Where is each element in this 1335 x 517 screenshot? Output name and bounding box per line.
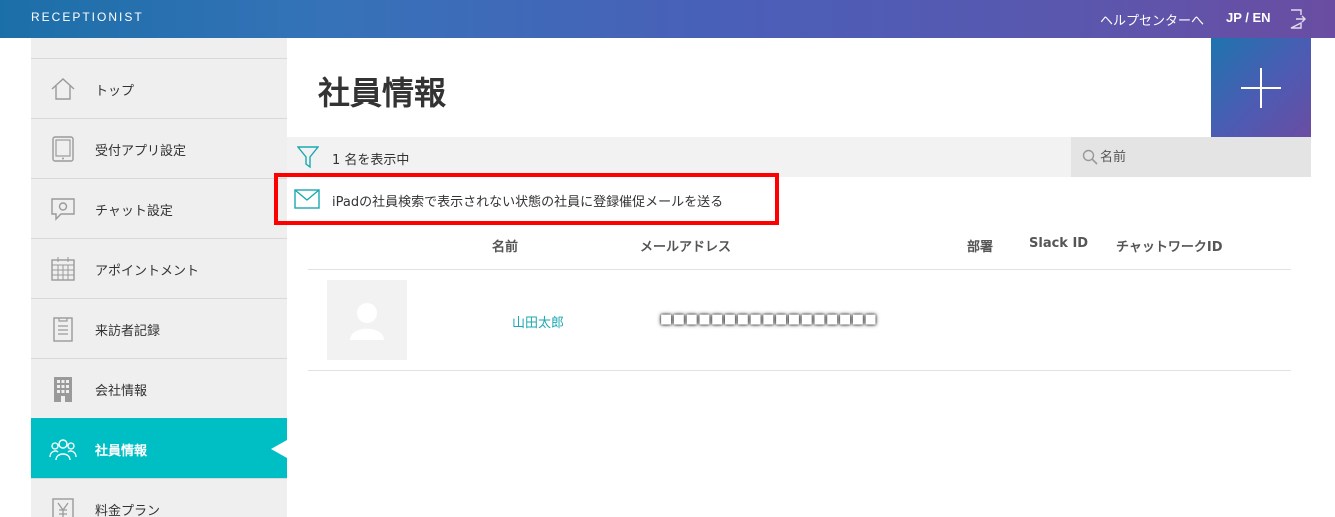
clipboard-icon [53,317,73,342]
table-divider [308,269,1291,270]
sidebar-item-label: 受付アプリ設定 [95,144,187,159]
sidebar-item-company-info[interactable]: 会社情報 [31,358,287,418]
result-count: 1 名を表示中 [332,153,410,168]
sidebar-item-visitor-log[interactable]: 来訪者記録 [31,298,287,358]
sidebar: トップ 受付アプリ設定 チャット設定 アポイントメント 来訪者記録 会社情報 社… [31,38,287,517]
avatar [327,280,407,360]
sidebar-item-chat-settings[interactable]: チャット設定 [31,178,287,238]
name-search-input[interactable] [1100,144,1300,170]
add-employee-button[interactable] [1211,38,1311,137]
brand-logo: RECEPTIONIST [31,10,144,24]
plus-icon [1241,68,1281,108]
home-icon [51,78,75,100]
sidebar-item-reception-app-settings[interactable]: 受付アプリ設定 [31,118,287,178]
building-icon [54,377,72,402]
help-center-link[interactable]: ヘルプセンターへ [1100,10,1204,29]
employee-email: ■■■■■■■■■■■■■■■■■ [660,312,878,327]
people-icon [49,439,77,461]
logout-icon[interactable] [1290,9,1306,29]
employee-name-link[interactable]: 山田太郎 [512,312,564,331]
sidebar-item-label: 会社情報 [95,384,148,399]
sidebar-item-label: アポイントメント [95,264,200,279]
yen-icon [52,498,74,517]
sidebar-item-top[interactable]: トップ [31,58,287,118]
user-placeholder-icon [350,303,384,340]
column-header-slack-id[interactable]: Slack ID [1029,236,1088,251]
sidebar-item-label: チャット設定 [95,204,173,219]
language-toggle[interactable]: JP / EN [1226,10,1271,25]
sidebar-item-pricing-plan[interactable]: 料金プラン [31,478,287,517]
sidebar-item-label: 社員情報 [95,444,148,459]
send-registration-reminder-link[interactable]: iPadの社員検索で表示されない状態の社員に登録催促メールを送る [332,191,723,210]
table-divider [308,370,1291,371]
sidebar-item-label: トップ [95,84,135,99]
sidebar-item-employee-info[interactable]: 社員情報 [31,418,287,478]
column-header-department[interactable]: 部署 [967,236,993,255]
calendar-icon [51,257,75,281]
sidebar-item-label: 料金プラン [95,504,161,517]
mail-icon[interactable] [294,189,320,209]
column-header-name[interactable]: 名前 [492,236,518,255]
chat-gear-icon [51,198,75,221]
search-icon [1082,149,1098,165]
column-header-chatwork-id[interactable]: チャットワークID [1116,236,1223,255]
sidebar-item-label: 来訪者記録 [95,324,161,339]
sidebar-item-appointments[interactable]: アポイントメント [31,238,287,298]
column-header-email[interactable]: メールアドレス [640,236,731,255]
filter-icon[interactable] [297,145,319,169]
top-header-bar: RECEPTIONIST ヘルプセンターへ JP / EN [0,0,1335,38]
page-title: 社員情報 [318,74,447,112]
tablet-icon [52,136,74,162]
